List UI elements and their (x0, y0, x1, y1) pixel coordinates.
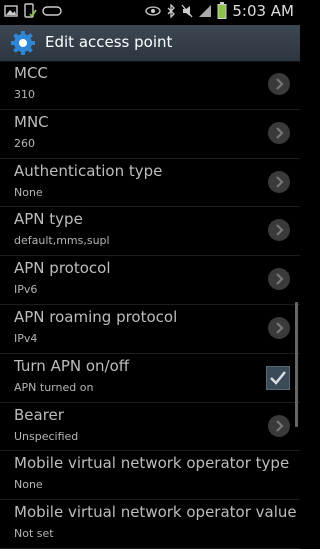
item-title: Authentication type (14, 161, 163, 180)
list-item-mvno-value[interactable]: Mobile virtual network operator value No… (0, 500, 300, 549)
chevron-right-icon[interactable] (268, 414, 290, 437)
mute-icon (181, 4, 193, 18)
status-bar: 5:03 AM (0, 0, 300, 25)
gallery-notification-icon (4, 5, 18, 17)
item-title: Bearer (14, 405, 64, 424)
settings-gear-icon[interactable] (9, 29, 37, 57)
item-title: MNC (14, 112, 49, 131)
item-summary: Unspecified (14, 429, 79, 443)
battery-icon (217, 2, 227, 19)
voicemail-notification-icon (42, 6, 62, 16)
item-title: Mobile virtual network operator type (14, 454, 290, 473)
apn-enabled-checkbox[interactable] (266, 365, 290, 390)
item-summary: default,mms,supl (14, 234, 110, 248)
item-summary: IPv4 (14, 331, 38, 345)
chevron-right-icon[interactable] (268, 219, 290, 242)
item-title: APN roaming protocol (14, 307, 178, 326)
item-title: APN protocol (14, 259, 111, 278)
list-item-bearer[interactable]: Bearer Unspecified (0, 403, 300, 452)
item-summary: 260 (14, 136, 35, 150)
list-item-mcc[interactable]: MCC 310 (0, 61, 300, 110)
list-item-apn-roaming-protocol[interactable]: APN roaming protocol IPv4 (0, 305, 300, 354)
item-summary: 310 (14, 88, 35, 101)
scrollbar[interactable] (295, 302, 298, 427)
signal-icon (199, 5, 212, 17)
item-title: APN type (14, 210, 83, 229)
list-item-apn-protocol[interactable]: APN protocol IPv6 (0, 256, 300, 305)
item-summary: APN turned on (14, 380, 94, 394)
apn-settings-list: MCC 310 MNC 260 Authentication type None… (0, 61, 300, 549)
chevron-right-icon[interactable] (268, 170, 290, 193)
list-item-mvno-type[interactable]: Mobile virtual network operator type Non… (0, 451, 300, 501)
bluetooth-icon (167, 4, 176, 18)
eye-icon (145, 6, 161, 16)
action-bar: Edit access point (0, 25, 300, 62)
list-item-apn-type[interactable]: APN type default,mms,supl (0, 207, 300, 257)
item-title: Turn APN on/off (14, 356, 130, 375)
chevron-right-icon[interactable] (268, 73, 290, 95)
list-item-authentication-type[interactable]: Authentication type None (0, 159, 300, 208)
chevron-right-icon[interactable] (268, 316, 290, 339)
item-title: Mobile virtual network operator value (14, 503, 297, 522)
item-summary: IPv6 (14, 283, 38, 297)
item-summary: None (14, 185, 43, 199)
item-title: MCC (14, 64, 48, 82)
item-summary: None (14, 478, 43, 492)
page-title: Edit access point (45, 33, 173, 51)
list-item-mnc[interactable]: MNC 260 (0, 110, 300, 159)
status-time: 5:03 AM (232, 2, 294, 20)
chevron-right-icon[interactable] (268, 121, 290, 144)
list-item-turn-apn-on-off[interactable]: Turn APN on/off APN turned on (0, 354, 300, 403)
phone-check-notification-icon (24, 3, 37, 18)
chevron-right-icon[interactable] (268, 268, 290, 291)
